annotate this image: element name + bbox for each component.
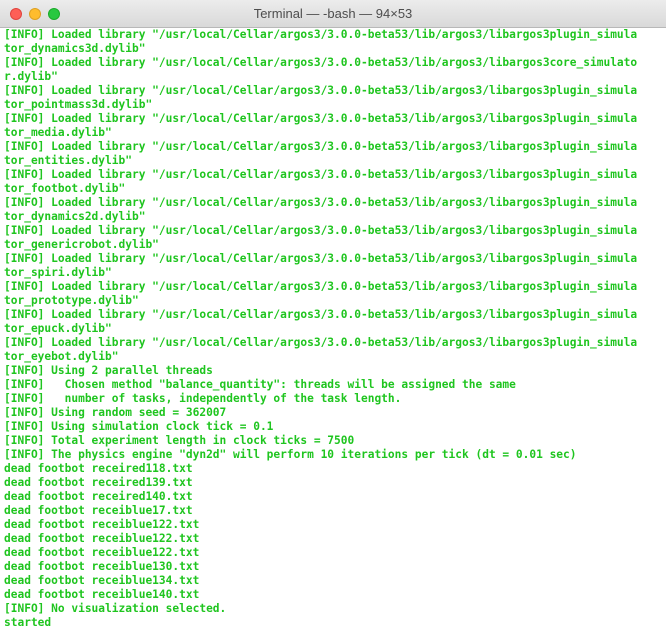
terminal-line: tor_epuck.dylib" — [4, 322, 112, 335]
terminal-line: [INFO] Loaded library "/usr/local/Cellar… — [4, 84, 638, 97]
terminal-line: dead footbot receiblue17.txt — [4, 504, 193, 517]
terminal-line: dead footbot receiblue122.txt — [4, 546, 200, 559]
terminal-line: [INFO] No visualization selected. — [4, 602, 227, 615]
terminal-line: [INFO] Chosen method "balance_quantity":… — [4, 378, 516, 391]
terminal-line: dead footbot receiblue122.txt — [4, 532, 200, 545]
terminal-line: [INFO] Loaded library "/usr/local/Cellar… — [4, 280, 638, 293]
terminal-line: tor_dynamics3d.dylib" — [4, 42, 146, 55]
terminal-line: dead footbot receiblue134.txt — [4, 574, 200, 587]
terminal-line: dead footbot receired118.txt — [4, 462, 193, 475]
terminal-line: r.dylib" — [4, 70, 58, 83]
terminal-line: dead footbot receiblue130.txt — [4, 560, 200, 573]
terminal-line: tor_prototype.dylib" — [4, 294, 139, 307]
terminal-line: [INFO] number of tasks, independently of… — [4, 392, 402, 405]
terminal-line: [INFO] Loaded library "/usr/local/Cellar… — [4, 336, 638, 349]
window-title: Terminal — -bash — 94×53 — [253, 6, 413, 21]
terminal-line: [INFO] Loaded library "/usr/local/Cellar… — [4, 252, 638, 265]
terminal-line: dead footbot receiblue122.txt — [4, 518, 200, 531]
terminal-line: [INFO] Loaded library "/usr/local/Cellar… — [4, 196, 638, 209]
terminal-line: [INFO] Loaded library "/usr/local/Cellar… — [4, 112, 638, 125]
terminal-line: [INFO] Loaded library "/usr/local/Cellar… — [4, 140, 638, 153]
terminal-window: Terminal — -bash — 94×53 [INFO] Loaded l… — [0, 0, 666, 630]
terminal-line: dead footbot receired139.txt — [4, 476, 193, 489]
terminal-line: tor_dynamics2d.dylib" — [4, 210, 146, 223]
terminal-line: tor_pointmass3d.dylib" — [4, 98, 153, 111]
terminal-line: dead footbot receiblue140.txt — [4, 588, 200, 601]
terminal-line: [INFO] Loaded library "/usr/local/Cellar… — [4, 224, 638, 237]
terminal-line: tor_entities.dylib" — [4, 154, 132, 167]
terminal-line: [INFO] Loaded library "/usr/local/Cellar… — [4, 28, 638, 41]
terminal-line: [INFO] Loaded library "/usr/local/Cellar… — [4, 56, 638, 69]
terminal-line: [INFO] Using random seed = 362007 — [4, 406, 227, 419]
terminal-output[interactable]: [INFO] Loaded library "/usr/local/Cellar… — [4, 28, 662, 630]
terminal-line: tor_eyebot.dylib" — [4, 350, 119, 363]
terminal-line: tor_footbot.dylib" — [4, 182, 126, 195]
terminal-line: [INFO] Total experiment length in clock … — [4, 434, 355, 447]
terminal-line: [INFO] Using 2 parallel threads — [4, 364, 213, 377]
terminal-line: [INFO] The physics engine "dyn2d" will p… — [4, 448, 577, 461]
terminal-line: started — [4, 616, 52, 629]
terminal-line: [INFO] Loaded library "/usr/local/Cellar… — [4, 308, 638, 321]
terminal-line: [INFO] Using simulation clock tick = 0.1 — [4, 420, 274, 433]
terminal-line: tor_genericrobot.dylib" — [4, 238, 159, 251]
terminal-line: dead footbot receired140.txt — [4, 490, 193, 503]
title-bar[interactable]: Terminal — -bash — 94×53 — [0, 0, 666, 28]
terminal-line: [INFO] Loaded library "/usr/local/Cellar… — [4, 168, 638, 181]
terminal-line: tor_spiri.dylib" — [4, 266, 112, 279]
terminal-line: tor_media.dylib" — [4, 126, 112, 139]
